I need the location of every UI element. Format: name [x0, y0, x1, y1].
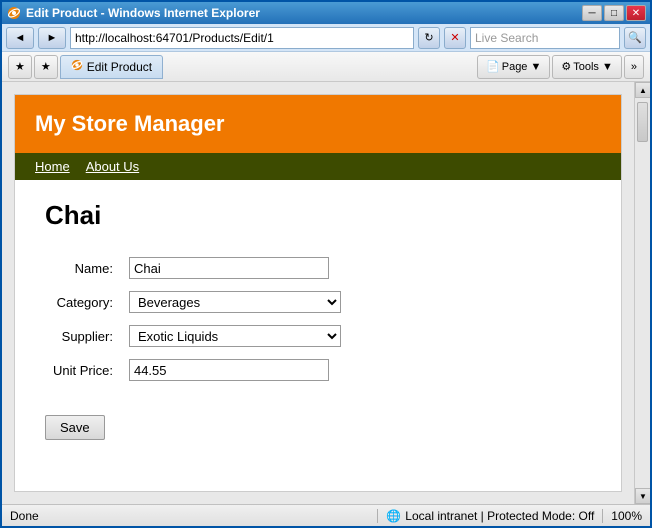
name-input[interactable]: [129, 257, 329, 279]
status-text: Done: [10, 509, 369, 523]
nav-about[interactable]: About Us: [86, 159, 139, 174]
back-button[interactable]: ◄: [6, 27, 34, 49]
category-label: Category:: [45, 285, 121, 319]
tab-label: Edit Product: [87, 60, 152, 74]
category-row: Category: Beverages Condiments Confectio…: [45, 285, 349, 319]
save-button[interactable]: Save: [45, 415, 105, 440]
page-content: Chai Name: Category: Bev: [15, 180, 621, 460]
more-icon: »: [631, 61, 637, 73]
web-page: My Store Manager Home About Us Chai Name…: [14, 94, 622, 492]
supplier-cell: Exotic Liquids New Orleans Cajun Delight…: [121, 319, 349, 353]
status-divider-2: [602, 509, 603, 523]
stop-icon: ✕: [450, 31, 459, 44]
page-label: Page ▼: [502, 61, 542, 73]
site-nav: Home About Us: [15, 153, 621, 180]
search-placeholder: Live Search: [475, 31, 538, 45]
tab-ie-icon: [71, 59, 83, 74]
search-box[interactable]: Live Search: [470, 27, 620, 49]
tools-icon: ⚙: [561, 60, 571, 73]
refresh-button[interactable]: ↻: [418, 27, 440, 49]
back-icon: ◄: [15, 32, 26, 44]
tools-label: Tools ▼: [573, 61, 613, 73]
nav-home[interactable]: Home: [35, 159, 70, 174]
name-label: Name:: [45, 251, 121, 285]
browser-window: Edit Product - Windows Internet Explorer…: [0, 0, 652, 528]
site-title: My Store Manager: [35, 111, 601, 137]
scroll-up-button[interactable]: ▲: [635, 82, 650, 98]
forward-button[interactable]: ►: [38, 27, 66, 49]
product-title: Chai: [45, 200, 591, 231]
browser-content: My Store Manager Home About Us Chai Name…: [2, 82, 650, 504]
title-bar-buttons: ─ □ ✕: [582, 5, 646, 21]
title-bar: Edit Product - Windows Internet Explorer…: [2, 2, 650, 24]
tools-button[interactable]: ⚙ Tools ▼: [552, 55, 622, 79]
zone-text: Local intranet | Protected Mode: Off: [405, 509, 594, 523]
search-go-button[interactable]: 🔍: [624, 27, 646, 49]
minimize-button[interactable]: ─: [582, 5, 602, 21]
toolbar: ★ ★ Edit Product 📄 Page ▼: [2, 52, 650, 82]
page-area: My Store Manager Home About Us Chai Name…: [2, 82, 634, 504]
unitprice-input[interactable]: [129, 359, 329, 381]
zone-icon: 🌐: [386, 509, 401, 523]
scroll-down-button[interactable]: ▼: [635, 488, 650, 504]
search-icon: 🔍: [628, 31, 642, 44]
address-bar: ◄ ► http://localhost:64701/Products/Edit…: [2, 24, 650, 52]
title-bar-left: Edit Product - Windows Internet Explorer: [6, 5, 260, 21]
browser-tab[interactable]: Edit Product: [60, 55, 163, 79]
page-button[interactable]: 📄 Page ▼: [477, 55, 550, 79]
scroll-track: [635, 98, 650, 488]
zoom-text: 100%: [611, 509, 642, 523]
maximize-button[interactable]: □: [604, 5, 624, 21]
scrollbar: ▲ ▼: [634, 82, 650, 504]
status-divider-1: [377, 509, 378, 523]
unitprice-row: Unit Price:: [45, 353, 349, 387]
name-cell: [121, 251, 349, 285]
unitprice-cell: [121, 353, 349, 387]
status-bar: Done 🌐 Local intranet | Protected Mode: …: [2, 504, 650, 526]
category-cell: Beverages Condiments Confections Dairy P…: [121, 285, 349, 319]
supplier-label: Supplier:: [45, 319, 121, 353]
refresh-icon: ↻: [424, 31, 433, 44]
address-box[interactable]: http://localhost:64701/Products/Edit/1: [70, 27, 414, 49]
scroll-thumb[interactable]: [637, 102, 648, 142]
save-row: Save: [45, 401, 591, 440]
name-row: Name:: [45, 251, 349, 285]
favorites-button-2[interactable]: ★: [34, 55, 58, 79]
ie-icon: [6, 5, 22, 21]
window-title: Edit Product - Windows Internet Explorer: [26, 6, 260, 20]
url-text: http://localhost:64701/Products/Edit/1: [75, 31, 274, 45]
page-icon: 📄: [486, 60, 500, 73]
tab-bar: Edit Product: [60, 55, 475, 79]
category-select[interactable]: Beverages Condiments Confections Dairy P…: [129, 291, 341, 313]
supplier-row: Supplier: Exotic Liquids New Orleans Caj…: [45, 319, 349, 353]
edit-form: Name: Category: Beverages Condiments: [45, 251, 349, 387]
forward-icon: ►: [47, 32, 58, 44]
star-icon-1: ★: [15, 60, 25, 73]
close-button[interactable]: ✕: [626, 5, 646, 21]
more-button[interactable]: »: [624, 55, 644, 79]
status-zone: 🌐 Local intranet | Protected Mode: Off: [386, 509, 594, 523]
stop-button[interactable]: ✕: [444, 27, 466, 49]
star-icon-2: ★: [41, 60, 51, 73]
supplier-select[interactable]: Exotic Liquids New Orleans Cajun Delight…: [129, 325, 341, 347]
site-header: My Store Manager: [15, 95, 621, 153]
favorites-button-1[interactable]: ★: [8, 55, 32, 79]
toolbar-right: 📄 Page ▼ ⚙ Tools ▼ »: [477, 55, 644, 79]
unitprice-label: Unit Price:: [45, 353, 121, 387]
